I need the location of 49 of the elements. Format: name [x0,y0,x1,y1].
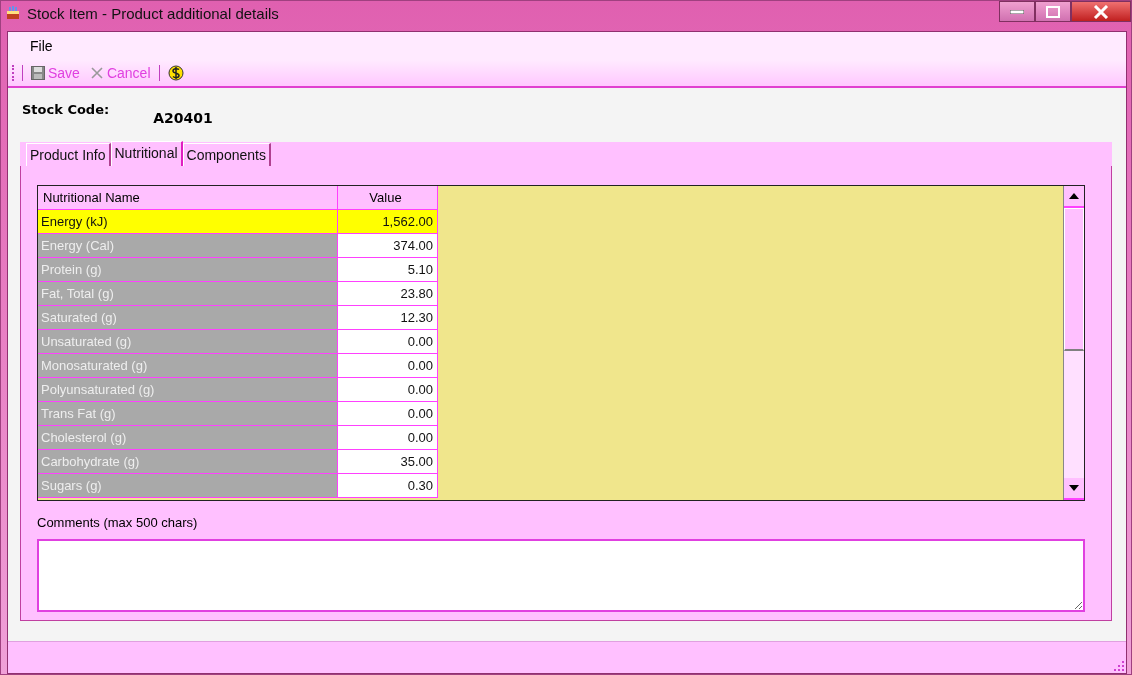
table-cell: Monosaturated (g) [38,354,338,377]
tab[interactable]: Nutritional [110,141,183,166]
close-icon [89,66,104,80]
maximize-button[interactable] [1035,1,1071,22]
tab[interactable]: Product Info [26,143,111,166]
table-cell[interactable]: 0.30 [338,474,438,497]
scroll-up-icon[interactable] [1069,193,1079,199]
table-cell: Unsaturated (g) [38,330,338,353]
tab[interactable]: Components [182,143,271,166]
table-cell[interactable]: 0.00 [338,402,438,425]
minimize-button[interactable] [999,1,1035,22]
stock-code-value: A20401 [153,110,213,128]
dollar-button[interactable] [165,64,186,82]
table-cell: Energy (kJ) [38,210,338,233]
dollar-coin-icon [167,64,184,82]
table-cell: Sugars (g) [38,474,338,497]
minimize-icon [1010,9,1024,14]
table-cell[interactable]: 0.00 [338,426,438,449]
table-cell: Protein (g) [38,258,338,281]
column-header[interactable]: Value [338,186,438,209]
maximize-icon [1046,5,1060,18]
table-cell: Cholesterol (g) [38,426,338,449]
close-icon [1093,4,1109,19]
comments-label: Comments (max 500 chars) [37,515,199,530]
comments-field[interactable] [37,539,1085,612]
table-cell: Energy (Cal) [38,234,338,257]
scrollbar[interactable] [1063,186,1084,500]
table-cell[interactable]: 374.00 [338,234,438,257]
cake-icon [5,5,21,21]
close-button[interactable] [1071,1,1131,22]
table-cell[interactable]: 1,562.00 [338,210,438,233]
table-cell[interactable]: 12.30 [338,306,438,329]
table-cell: Fat, Total (g) [38,282,338,305]
table-cell: Saturated (g) [38,306,338,329]
window-title: Stock Item - Product additional details [27,4,279,22]
table-cell: Polyunsaturated (g) [38,378,338,401]
column-header[interactable]: Nutritional Name [38,186,338,209]
menu-item[interactable]: File [24,36,59,56]
table-cell[interactable]: 0.00 [338,378,438,401]
stock-code-label: Stock Code: [22,102,110,119]
table-cell[interactable]: 35.00 [338,450,438,473]
table-cell: Carbohydrate (g) [38,450,338,473]
table-cell[interactable]: 0.00 [338,354,438,377]
table-cell[interactable]: 23.80 [338,282,438,305]
table-cell[interactable]: 5.10 [338,258,438,281]
table-cell[interactable]: 0.00 [338,330,438,353]
resize-grip-icon[interactable] [1114,661,1124,671]
table-cell: Trans Fat (g) [38,402,338,425]
scroll-down-icon[interactable] [1069,485,1079,491]
